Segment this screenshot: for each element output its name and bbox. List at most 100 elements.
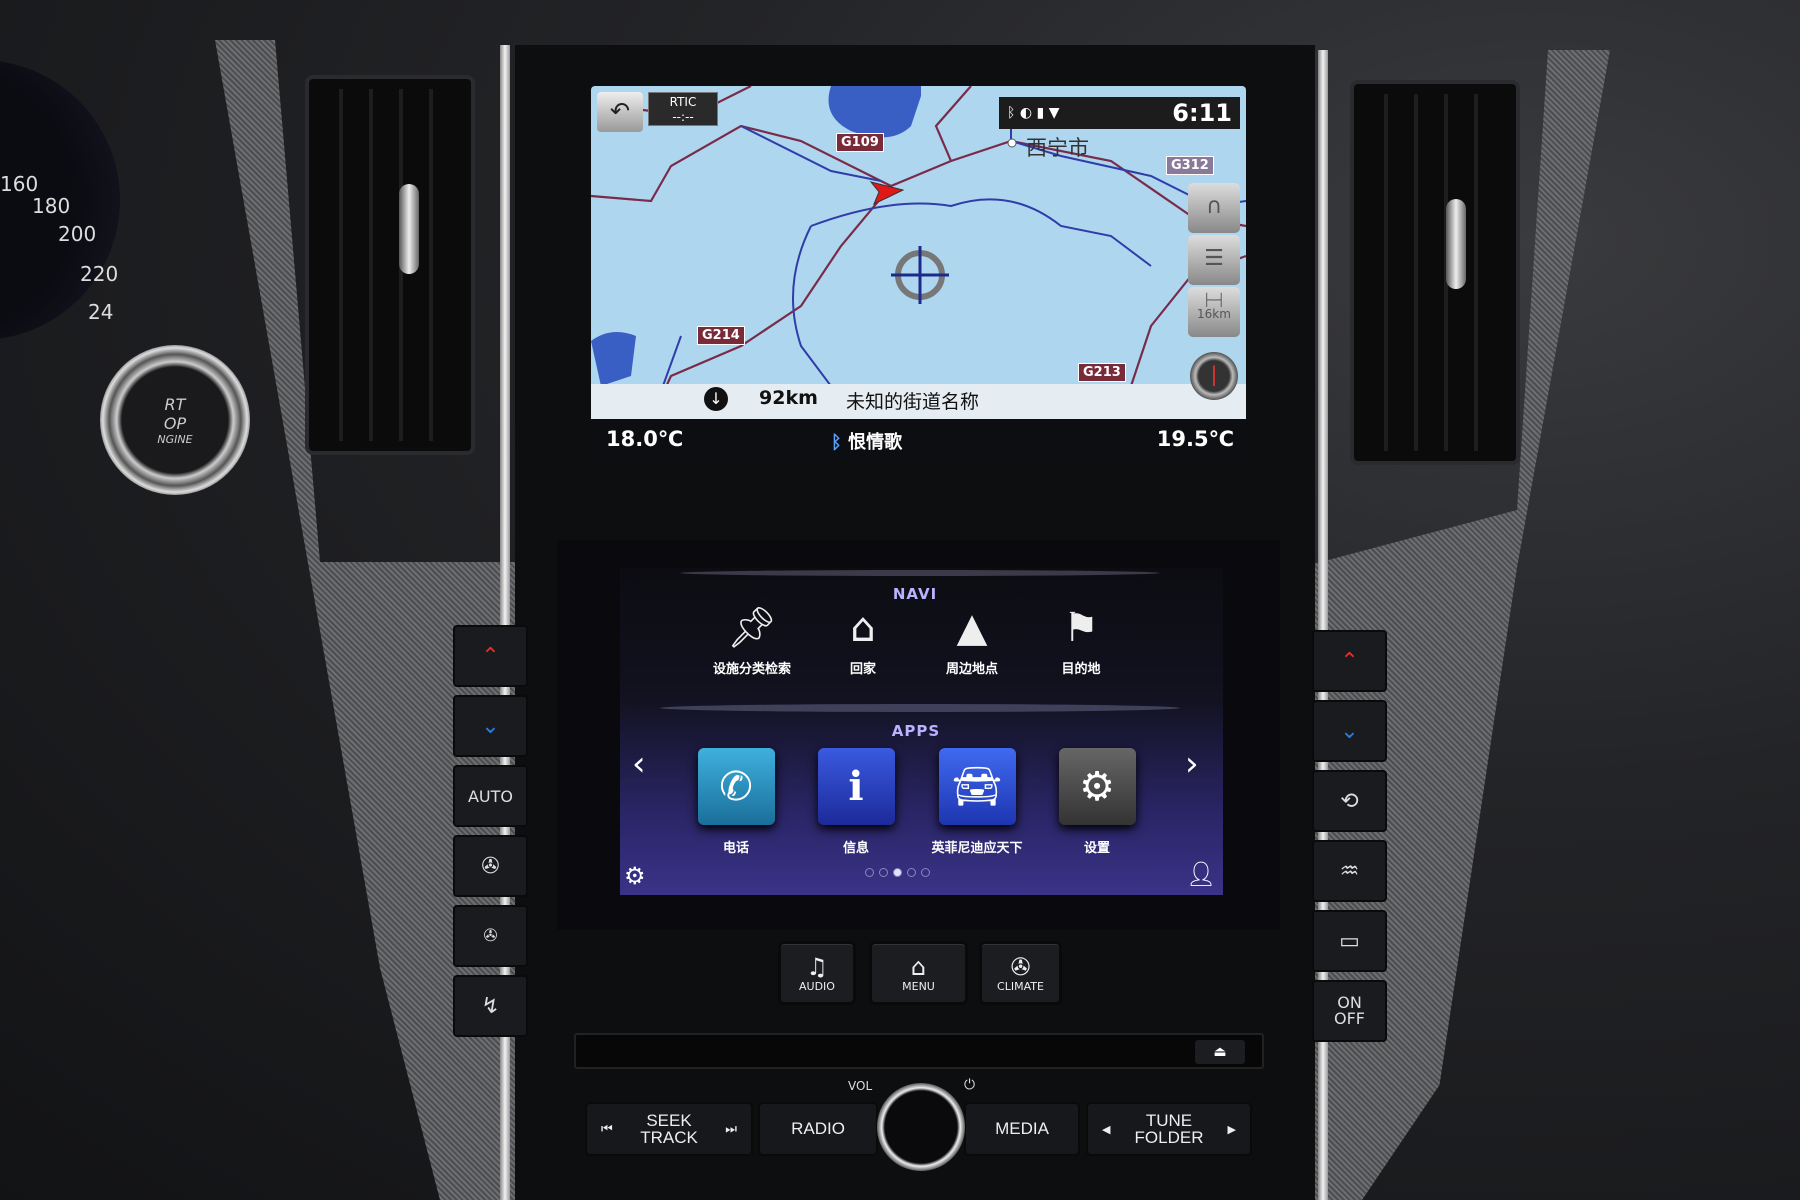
rtic-box: RTIC --:-- <box>648 92 718 126</box>
phone-icon: ◐ <box>1019 105 1033 121</box>
page-dot[interactable] <box>907 868 916 877</box>
menu-button[interactable]: ⌂ MENU <box>869 941 968 1005</box>
navi-item-home[interactable]: ⌂ 回家 <box>818 604 908 677</box>
rear-defrost-icon: ▭ <box>1339 928 1360 954</box>
start-label: RT <box>164 395 186 414</box>
pin-icon: 📌︎ <box>726 605 778 651</box>
page-dot[interactable] <box>865 868 874 877</box>
passenger-temp-down-button[interactable]: ⌄ <box>1312 700 1387 762</box>
home-icon: ⌂ <box>910 952 927 981</box>
engine-label: NGINE <box>157 433 193 446</box>
list-button[interactable]: ☰ <box>1188 235 1240 285</box>
app-label: 电话 <box>722 841 749 856</box>
gauge-240: 24 <box>88 300 114 324</box>
eject-button[interactable]: ⏏ <box>1195 1040 1245 1064</box>
menu-label: MENU <box>902 979 935 993</box>
navi-item-label: 回家 <box>849 662 876 677</box>
checkered-flag-icon: ⚑ <box>1063 605 1099 651</box>
fan-up-button[interactable]: ✇ <box>453 835 528 897</box>
temp-down-button[interactable]: ⌄ <box>453 695 528 757</box>
vent-handle[interactable] <box>399 184 419 274</box>
folder-label: FOLDER <box>1134 1128 1204 1147</box>
bluetooth-icon: ᛒ <box>831 432 849 453</box>
recirculation-icon: ⟲ <box>1340 788 1359 814</box>
gauge-220: 220 <box>80 262 119 286</box>
navi-item-destination[interactable]: ⚑ 目的地 <box>1036 604 1126 677</box>
right-air-vent[interactable] <box>1350 80 1520 465</box>
now-playing: ᛒ 恨情歌 <box>831 428 902 454</box>
media-button[interactable]: MEDIA <box>964 1102 1080 1156</box>
recirculation-button[interactable]: ⟲ <box>1312 770 1387 832</box>
left-air-vent[interactable] <box>305 75 475 455</box>
app-phone[interactable]: ✆ 电话 <box>676 748 796 856</box>
page-dot[interactable] <box>893 868 902 877</box>
connected-car-icon: 🚘︎ <box>938 748 1016 825</box>
user-profile-icon[interactable]: 👤︎ <box>1186 860 1216 888</box>
climate-button[interactable]: ✇ CLIMATE <box>979 941 1062 1005</box>
tune-left-icon: ◀ <box>1102 1123 1111 1136</box>
radio-button[interactable]: RADIO <box>758 1102 878 1156</box>
volume-knob[interactable] <box>877 1083 965 1171</box>
next-page-arrow[interactable]: › <box>1185 744 1199 784</box>
app-infiniti-connection[interactable]: 🚘︎ 英菲尼迪应天下 <box>917 748 1037 856</box>
tune-folder-button[interactable]: ◀ TUNE FOLDER ▶ <box>1086 1102 1252 1156</box>
temp-up-button[interactable]: ⌃ <box>453 625 528 687</box>
vent-handle[interactable] <box>1446 199 1466 289</box>
auto-button[interactable]: AUTO <box>453 765 528 827</box>
airflow-icon: ↯ <box>481 993 500 1019</box>
start-stop-button[interactable]: RT OP NGINE <box>100 345 250 495</box>
street-name: 未知的街道名称 <box>846 391 980 413</box>
map-view[interactable] <box>591 86 1246 419</box>
fan-icon: ✇ <box>1010 952 1031 981</box>
back-button[interactable]: ↶ <box>597 92 643 132</box>
navi-title: NAVI <box>892 585 938 603</box>
tune-right-icon: ▶ <box>1227 1123 1236 1136</box>
climate-label: CLIMATE <box>997 979 1044 993</box>
navi-item-label: 设施分类检索 <box>712 662 791 677</box>
app-label: 设置 <box>1083 841 1110 856</box>
prev-page-arrow[interactable]: ‹ <box>632 744 646 784</box>
page-dot[interactable] <box>921 868 930 877</box>
audio-label: AUDIO <box>799 979 835 993</box>
navi-item-label: 周边地点 <box>945 662 998 677</box>
air-flow-button[interactable]: ↯ <box>453 975 528 1037</box>
radio-label: RADIO <box>791 1119 845 1138</box>
rear-defrost-button[interactable]: ▭ <box>1312 910 1387 972</box>
page-dot[interactable] <box>879 868 888 877</box>
touch-screen: NAVI 📌︎ 设施分类检索 ⌂ 回家 ▲ 周边地点 ⚑ 目的地 APPS ‹ › ✆ 电… <box>557 540 1280 930</box>
headset-icon: ∩ <box>1205 194 1223 219</box>
status-bar: ᛒ ◐ ▮ ▼ 6:11 <box>999 97 1240 129</box>
seek-track-button[interactable]: ⏮ SEEK TRACK ⏭ <box>585 1102 753 1156</box>
nearby-search-icon: ▲ <box>956 605 988 651</box>
turn-arrow-icon: ↓ <box>704 387 728 411</box>
bluetooth-icon: ᛒ <box>1007 105 1016 121</box>
fan-small-icon: ✇ <box>483 926 498 946</box>
navi-item-nearby[interactable]: ▲ 周边地点 <box>927 604 1017 677</box>
rtic-value: --:-- <box>672 110 694 124</box>
audio-button[interactable]: ♫ AUDIO <box>778 941 856 1005</box>
navi-item-poi-search[interactable]: 📌︎ 设施分类检索 <box>707 604 797 677</box>
navi-item-label: 目的地 <box>1061 662 1101 677</box>
signal-icon: ▼ <box>1048 105 1060 121</box>
passenger-temp-up-button[interactable]: ⌃ <box>1312 630 1387 692</box>
left-climate-controls: ⌃ ⌄ AUTO ✇ ✇ ↯ <box>453 625 528 1045</box>
fan-down-button[interactable]: ✇ <box>453 905 528 967</box>
scale-button[interactable]: ├─┤ 16km <box>1188 287 1240 337</box>
road-label-g213: G213 <box>1078 363 1126 382</box>
power-icon: ⏻ <box>964 1077 976 1093</box>
on-off-button[interactable]: ON OFF <box>1312 980 1387 1042</box>
settings-gear-icon[interactable]: ⚙ <box>624 862 646 890</box>
app-info[interactable]: i 信息 <box>796 748 916 856</box>
phone-icon: ✆ <box>697 748 775 825</box>
song-title: 恨情歌 <box>848 432 903 453</box>
next-track-icon: ⏭ <box>725 1121 737 1136</box>
app-settings[interactable]: ⚙ 设置 <box>1037 748 1157 856</box>
menu-panel: NAVI 📌︎ 设施分类检索 ⌂ 回家 ▲ 周边地点 ⚑ 目的地 APPS ‹ › ✆ 电… <box>620 568 1223 895</box>
compass-button[interactable]: | <box>1190 352 1238 400</box>
city-label: 西宁市 <box>1026 136 1089 160</box>
voice-button[interactable]: ∩ <box>1188 183 1240 233</box>
gauge-180: 180 <box>32 194 71 218</box>
defrost-icon: ♒ <box>1339 858 1360 884</box>
front-defrost-button[interactable]: ♒ <box>1312 840 1387 902</box>
chevron-up-icon: ⌃ <box>481 643 500 669</box>
